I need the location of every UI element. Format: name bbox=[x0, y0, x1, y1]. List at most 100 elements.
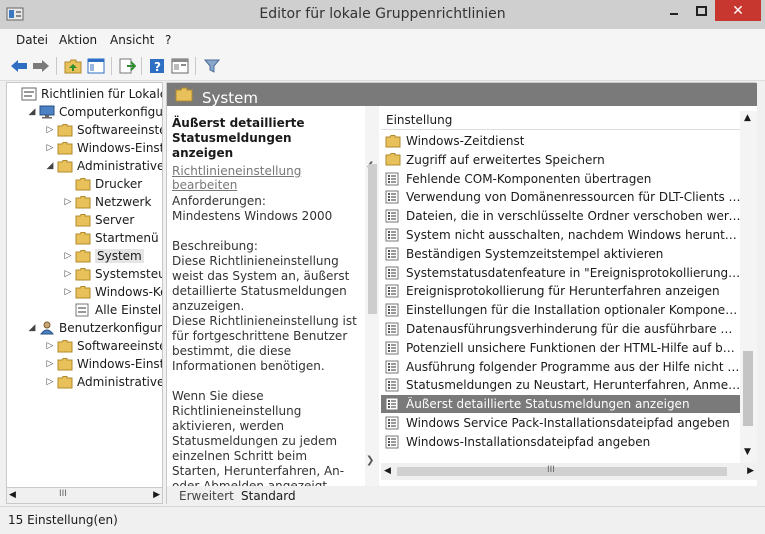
setting-row[interactable]: Fehlende COM-Komponenten übertragen bbox=[381, 170, 741, 188]
menu-datei[interactable]: Datei bbox=[16, 33, 48, 47]
setting-label: Ausführung folgender Programme aus der H… bbox=[406, 359, 741, 374]
expand-arrow-icon[interactable]: ▷ bbox=[45, 341, 55, 351]
tree-node[interactable]: Startmenü un bbox=[63, 229, 162, 247]
tree-horizontal-scrollbar[interactable]: ◀ III ▶ bbox=[6, 487, 163, 504]
setting-row[interactable]: System nicht ausschalten, nachdem Window… bbox=[381, 226, 741, 244]
expand-arrow-icon[interactable]: ▷ bbox=[45, 359, 55, 369]
tree-node[interactable]: ▷ Windows-Einstell bbox=[45, 355, 162, 373]
setting-row[interactable]: Einstellungen für die Installation optio… bbox=[381, 301, 741, 319]
minimize-button[interactable] bbox=[661, 0, 687, 21]
tab-standard[interactable]: Standard bbox=[241, 489, 296, 503]
expand-arrow-icon[interactable]: ▷ bbox=[63, 251, 73, 261]
scroll-thumb[interactable] bbox=[368, 164, 377, 314]
tree-node[interactable]: Server bbox=[63, 211, 134, 229]
setting-row[interactable]: Ausführung folgender Programme aus der H… bbox=[381, 358, 741, 376]
collapse-arrow-icon[interactable]: ◢ bbox=[27, 107, 37, 117]
collapse-arrow-icon[interactable]: ◢ bbox=[45, 161, 55, 171]
setting-row[interactable]: Statusmeldungen zu Neustart, Herunterfah… bbox=[381, 376, 741, 394]
scroll-down-icon[interactable]: ▼ bbox=[744, 447, 751, 457]
expand-arrow-icon[interactable]: ▷ bbox=[63, 269, 73, 279]
tree-node[interactable]: ▷ Windows-Kor bbox=[63, 283, 162, 301]
close-button[interactable]: ✕ bbox=[715, 0, 761, 21]
properties-button[interactable] bbox=[169, 56, 191, 76]
expand-arrow-icon[interactable]: ▷ bbox=[45, 377, 55, 387]
setting-row[interactable]: Zugriff auf erweitertes Speichern bbox=[381, 151, 741, 169]
setting-row[interactable]: Beständigen Systemzeitstempel aktivieren bbox=[381, 245, 741, 263]
setting-label: Systemstatusdatenfeature in "Ereignispro… bbox=[406, 265, 741, 280]
expand-arrow-icon[interactable]: ▷ bbox=[63, 287, 73, 297]
setting-row[interactable]: Windows Service Pack-Installationsdateip… bbox=[381, 414, 741, 432]
tree-node-label: Systemsteuer bbox=[95, 267, 162, 281]
scroll-thumb[interactable] bbox=[743, 351, 753, 426]
tree-node-label: Drucker bbox=[95, 177, 143, 191]
tree-node[interactable]: ◢ Benutzerkonfigurati bbox=[27, 319, 162, 337]
tree-node[interactable]: Alle Einstellur bbox=[63, 301, 162, 319]
tree-node[interactable]: ▷ Administrative Vo bbox=[45, 373, 162, 391]
tree-node-label: Windows-Einstell bbox=[77, 357, 162, 371]
setting-row[interactable]: Datenausführungsverhinderung für die aus… bbox=[381, 320, 741, 338]
description-scrollbar[interactable]: ❮ ❯ bbox=[365, 106, 379, 486]
filter-icon bbox=[204, 59, 220, 73]
filter-button[interactable] bbox=[201, 56, 223, 76]
scroll-right-icon[interactable]: ▶ bbox=[747, 466, 754, 476]
setting-label: Windows-Installationsdateipfad angeben bbox=[406, 434, 651, 449]
console-tree-icon bbox=[87, 58, 105, 74]
export-list-button[interactable] bbox=[116, 56, 138, 76]
setting-label: Beständigen Systemzeitstempel aktivieren bbox=[406, 246, 664, 261]
tree-node[interactable]: ▷ Windows-Einstell bbox=[45, 139, 162, 157]
setting-row[interactable]: Potenziell unsichere Funktionen der HTML… bbox=[381, 339, 741, 357]
list-horizontal-scrollbar[interactable]: ◀ III ▶ bbox=[381, 463, 757, 480]
menu-help[interactable]: ? bbox=[165, 33, 171, 47]
tree-node-label: Administrative Vo bbox=[77, 159, 163, 173]
scroll-left-icon[interactable]: ◀ bbox=[9, 490, 16, 500]
toolbar: ? bbox=[0, 51, 765, 81]
tree-node[interactable]: Richtlinien für Lokaler Co bbox=[9, 85, 162, 103]
scroll-up-icon[interactable]: ▲ bbox=[744, 113, 751, 123]
scroll-grip-icon: III bbox=[547, 465, 555, 475]
tree-node[interactable]: ◢ Administrative Vo bbox=[45, 157, 163, 175]
help-button[interactable]: ? bbox=[146, 56, 168, 76]
tab-erweitert[interactable]: Erweitert bbox=[179, 489, 234, 503]
setting-row[interactable]: Ereignisprotokollierung für Herunterfahr… bbox=[381, 282, 741, 300]
setting-label: Ereignisprotokollierung für Herunterfahr… bbox=[406, 284, 720, 299]
maximize-button[interactable] bbox=[688, 0, 714, 21]
menu-ansicht[interactable]: Ansicht bbox=[110, 33, 154, 47]
scroll-right-icon[interactable]: ▶ bbox=[153, 490, 160, 500]
expand-arrow-icon[interactable]: ▷ bbox=[63, 197, 73, 207]
setting-row[interactable]: Systemstatusdatenfeature in "Ereignispro… bbox=[381, 264, 741, 282]
tree-node[interactable]: ▷ System bbox=[63, 247, 144, 265]
setting-label: System nicht ausschalten, nachdem Window… bbox=[406, 228, 741, 242]
setting-row[interactable]: Windows-Zeitdienst bbox=[381, 132, 741, 150]
up-folder-button[interactable] bbox=[62, 56, 84, 76]
scroll-thumb[interactable] bbox=[397, 467, 727, 476]
setting-row[interactable]: Äußerst detaillierte Statusmeldungen anz… bbox=[381, 395, 741, 414]
tree-node[interactable]: ▷ Netzwerk bbox=[63, 193, 152, 211]
setting-row[interactable]: Windows-Installationsdateipfad angeben bbox=[381, 433, 741, 451]
tree-node[interactable]: ▷ Softwareeinstellu bbox=[45, 337, 162, 355]
setting-icon bbox=[385, 416, 401, 430]
tree-node[interactable]: ◢ Computerkonfigurati bbox=[27, 103, 162, 121]
menu-aktion[interactable]: Aktion bbox=[59, 33, 97, 47]
requirements-value: Mindestens Windows 2000 bbox=[172, 209, 333, 223]
column-header-einstellung[interactable]: Einstellung bbox=[381, 111, 741, 130]
back-button[interactable] bbox=[8, 56, 30, 76]
scroll-down-icon[interactable]: ❯ bbox=[366, 455, 374, 466]
setting-label: Datenausführungsverhinderung für die aus… bbox=[406, 322, 741, 336]
edit-policy-link[interactable]: Richtlinieneinstellung bearbeiten bbox=[172, 164, 365, 192]
user-icon bbox=[39, 321, 56, 335]
expand-arrow-icon[interactable]: ▷ bbox=[45, 143, 55, 153]
scroll-left-icon[interactable]: ◀ bbox=[384, 466, 391, 476]
forward-button[interactable] bbox=[30, 56, 52, 76]
tree-node[interactable]: Drucker bbox=[63, 175, 142, 193]
tree-node[interactable]: ▷ Softwareeinstellu bbox=[45, 121, 162, 139]
setting-row[interactable]: Dateien, die in verschlüsselte Ordner ve… bbox=[381, 207, 741, 225]
folder-icon bbox=[75, 195, 92, 209]
list-vertical-scrollbar[interactable]: ▲ ▼ bbox=[740, 111, 757, 463]
collapse-arrow-icon[interactable]: ◢ bbox=[27, 323, 37, 333]
show-hide-console-tree-button[interactable] bbox=[85, 56, 107, 76]
tree-node[interactable]: ▷ Systemsteuer bbox=[63, 265, 162, 283]
setting-row[interactable]: Verwendung von Domänenressourcen für DLT… bbox=[381, 188, 741, 206]
minimize-icon bbox=[670, 12, 678, 15]
expand-arrow-icon[interactable]: ▷ bbox=[45, 125, 55, 135]
folder-icon bbox=[75, 231, 92, 245]
